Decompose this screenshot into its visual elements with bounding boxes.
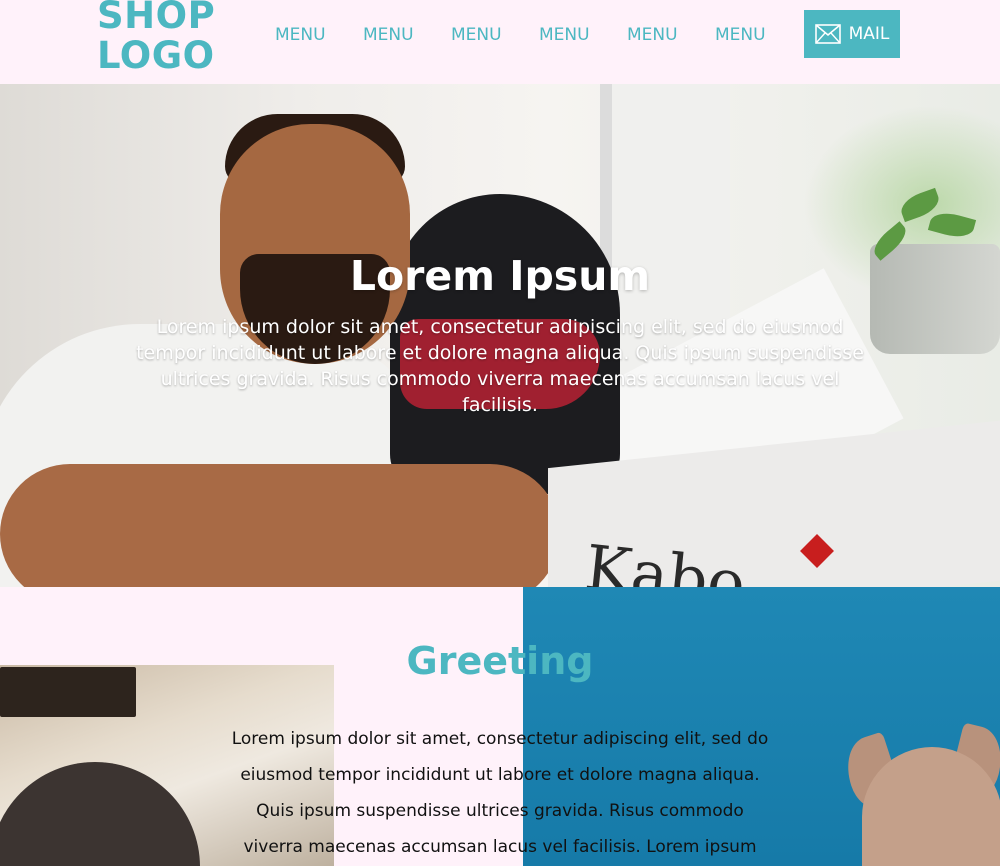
nav-menu-6[interactable]: MENU [715, 22, 767, 48]
nav-menu-1[interactable]: MENU [275, 22, 327, 48]
hero-banner: Kabo Lorem Ipsum Lorem ipsum dolor sit a… [0, 84, 1000, 587]
nav-menu-2[interactable]: MENU [363, 22, 415, 48]
mail-button[interactable]: MAIL [804, 10, 900, 58]
mail-button-label: MAIL [848, 24, 890, 44]
greeting-title: Greeting [406, 639, 594, 683]
hero-photo-arm [0, 464, 560, 587]
shop-logo[interactable]: SHOP LOGO [97, 0, 215, 76]
hero-photo-leaf [927, 208, 977, 242]
nav-menu-5[interactable]: MENU [627, 22, 679, 48]
logo-line-1: SHOP [97, 0, 216, 37]
hero-description: Lorem ipsum dolor sit amet, consectetur … [136, 316, 864, 416]
hero-title: Lorem Ipsum [349, 252, 651, 300]
greeting-text: Lorem ipsum dolor sit amet, consectetur … [231, 729, 769, 857]
logo-line-2: LOGO [97, 34, 215, 77]
envelope-icon [814, 24, 841, 44]
site-header: SHOP LOGO MENU MENU MENU MENU MENU MENU … [0, 0, 1000, 84]
nav-menu-3[interactable]: MENU [451, 22, 503, 48]
main-nav: MENU MENU MENU MENU MENU MENU [275, 22, 803, 48]
nav-menu-4[interactable]: MENU [539, 22, 591, 48]
greeting-section: Greeting Lorem ipsum dolor sit amet, con… [0, 587, 1000, 866]
